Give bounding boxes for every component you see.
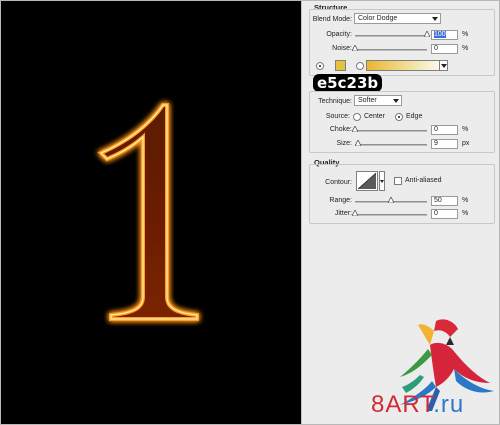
dropdown-arrow-icon (393, 99, 399, 103)
contour-preview[interactable] (356, 171, 378, 191)
noise-percent: % (462, 45, 469, 52)
dropdown-arrow-icon (432, 17, 438, 21)
document-canvas (1, 1, 301, 424)
gradient-picker[interactable] (366, 60, 448, 71)
blend-mode-label: Blend Mode: (312, 16, 352, 23)
anti-aliased-checkbox[interactable] (394, 177, 402, 185)
contour-curve-icon (357, 172, 377, 190)
technique-value: Softer (358, 97, 377, 104)
jitter-percent: % (462, 210, 469, 217)
range-input[interactable]: 50 (431, 196, 458, 206)
glow-color-swatch[interactable] (335, 60, 346, 71)
source-label: Source: (325, 113, 350, 120)
choke-label: Choke: (329, 126, 352, 133)
size-slider-track[interactable] (355, 144, 427, 146)
size-input[interactable]: 9 (431, 139, 458, 149)
choke-percent: % (462, 126, 469, 133)
dropdown-arrow-icon[interactable] (439, 60, 448, 71)
jitter-input[interactable]: 0 (431, 209, 458, 219)
contour-label: Contour: (325, 179, 352, 186)
size-slider-thumb[interactable] (354, 140, 361, 146)
opacity-input[interactable]: 100 (431, 30, 458, 40)
size-px-unit: px (462, 140, 470, 147)
hex-color-label: e5c23b (313, 74, 383, 92)
noise-slider-track[interactable] (355, 49, 427, 51)
slider-thumb-icon (388, 197, 394, 203)
blend-mode-select[interactable]: Color Dodge (354, 13, 441, 24)
source-edge-radio[interactable] (395, 113, 403, 121)
jitter-slider-thumb[interactable] (352, 210, 358, 216)
glowing-digit (97, 103, 199, 321)
slider-thumb-icon (352, 45, 358, 51)
watermark-text-a: 8ART (371, 391, 434, 418)
slider-thumb-icon (352, 210, 358, 216)
range-label: Range: (329, 197, 352, 204)
source-center-radio[interactable] (353, 113, 361, 121)
jitter-slider-track[interactable] (355, 214, 427, 216)
contour-dropdown[interactable] (379, 171, 385, 191)
size-label: Size: (336, 140, 352, 147)
choke-slider-thumb[interactable] (352, 126, 358, 132)
gradient-radio[interactable] (356, 62, 364, 70)
source-center-label: Center (364, 113, 386, 120)
opacity-slider-track[interactable] (355, 35, 427, 37)
watermark-text-b: .ru (433, 391, 465, 418)
slider-thumb-icon (354, 140, 361, 146)
source-edge-label: Edge (406, 113, 423, 120)
opacity-percent: % (462, 31, 469, 38)
solid-color-radio[interactable] (316, 62, 324, 70)
blend-mode-value: Color Dodge (358, 15, 398, 22)
slider-thumb-icon (424, 31, 430, 37)
noise-label: Noise: (332, 45, 352, 52)
jitter-label: Jitter: (334, 210, 352, 217)
opacity-label: Opacity: (326, 31, 352, 38)
choke-input[interactable]: 0 (431, 125, 458, 135)
noise-input[interactable]: 0 (431, 44, 458, 54)
opacity-slider-thumb[interactable] (424, 31, 430, 37)
noise-slider-thumb[interactable] (352, 45, 358, 51)
watermark-text: 8ART.ru (371, 392, 464, 418)
technique-label: Technique: (318, 98, 352, 105)
anti-aliased-label: Anti-aliased (405, 177, 442, 184)
range-percent: % (462, 197, 469, 204)
slider-thumb-icon (352, 126, 358, 132)
range-slider-thumb[interactable] (388, 197, 394, 203)
technique-select[interactable]: Softer (354, 95, 402, 106)
choke-slider-track[interactable] (355, 130, 427, 132)
